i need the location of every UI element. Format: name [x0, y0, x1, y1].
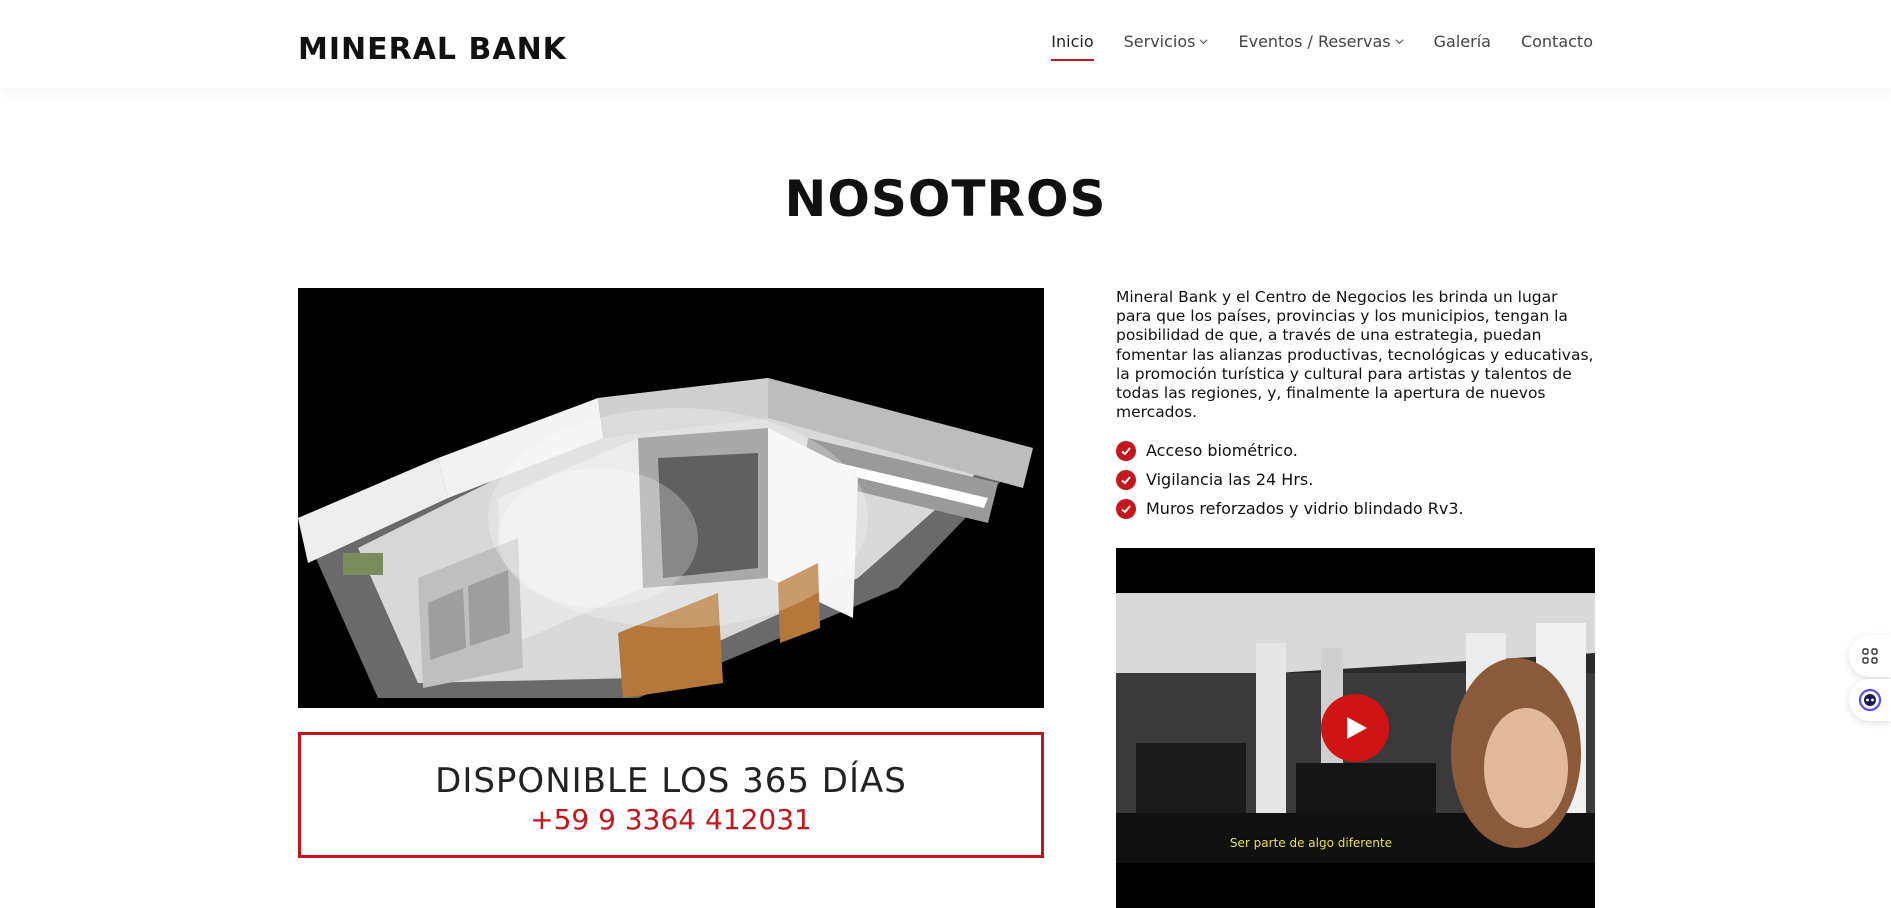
list-item: Muros reforzados y vidrio blindado Rv3. [1116, 494, 1464, 523]
chevron-down-icon [1395, 39, 1404, 45]
nav-item-contacto[interactable]: Contacto [1521, 32, 1593, 57]
list-item: Acceso biométrico. [1116, 436, 1464, 465]
nav-item-eventos-reservas[interactable]: Eventos / Reservas [1238, 32, 1404, 57]
check-circle-icon [1116, 440, 1136, 461]
nav-item-label: Eventos / Reservas [1238, 32, 1391, 51]
about-description: Mineral Bank y el Centro de Negocios les… [1116, 288, 1594, 422]
chevron-down-icon [1200, 39, 1208, 45]
feature-list: Acceso biométrico. Vigilancia las 24 Hrs… [1116, 436, 1464, 523]
check-circle-icon [1116, 469, 1136, 490]
feature-label: Muros reforzados y vidrio blindado Rv3. [1146, 499, 1464, 518]
feature-label: Acceso biométrico. [1146, 441, 1298, 460]
apps-grid-icon [1862, 648, 1878, 664]
nav-item-label: Contacto [1520, 32, 1593, 51]
site-header: MINERAL BANK Inicio Servicios Eventos / … [0, 0, 1891, 88]
nav-item-label: Inicio [1051, 32, 1094, 51]
nav-item-label: Galería [1433, 32, 1491, 51]
nav-item-inicio[interactable]: Inicio [1051, 32, 1094, 61]
play-icon [1347, 717, 1367, 739]
video-subtitle: Ser parte de algo diferente [1229, 836, 1393, 850]
list-item: Vigilancia las 24 Hrs. [1116, 465, 1464, 494]
availability-title: DISPONIBLE LOS 365 DÍAS [435, 761, 907, 801]
nav-item-servicios[interactable]: Servicios [1124, 32, 1209, 57]
brand-logo[interactable]: MINERAL BANK [298, 32, 567, 67]
nav-item-galeria[interactable]: Galería [1434, 32, 1491, 57]
section-title: NOSOTROS [784, 170, 1107, 228]
play-button[interactable] [1321, 694, 1389, 762]
nav-item-label: Servicios [1123, 32, 1196, 51]
feature-label: Vigilancia las 24 Hrs. [1146, 470, 1314, 489]
video-player[interactable]: Ser parte de algo diferente [1116, 548, 1595, 908]
availability-box: DISPONIBLE LOS 365 DÍAS +59 9 3364 41203… [298, 732, 1044, 858]
assistant-icon [1858, 688, 1882, 712]
check-circle-icon [1116, 498, 1136, 519]
apps-grid-widget[interactable] [1849, 635, 1891, 677]
assistant-widget[interactable] [1849, 679, 1891, 721]
main-nav: Inicio Servicios Eventos / Reservas Gale… [1051, 32, 1593, 61]
phone-number[interactable]: +59 9 3364 412031 [301, 803, 1041, 836]
vault-floorplan-image [298, 288, 1044, 708]
